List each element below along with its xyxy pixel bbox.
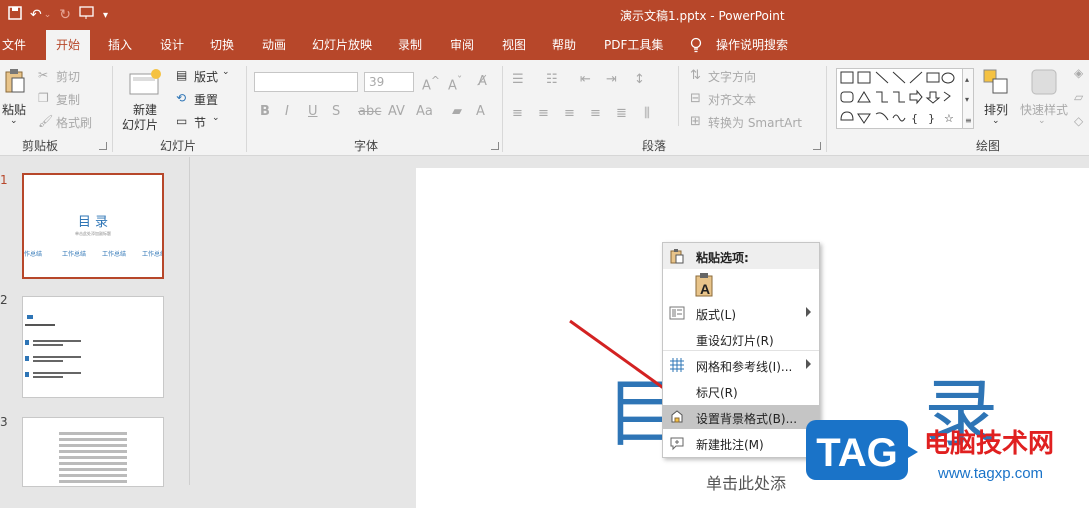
menu-item-layout-label: 版式(L)	[696, 308, 737, 322]
svg-text:A: A	[700, 281, 710, 297]
menu-separator	[663, 350, 819, 351]
menu-item-reset-slide-label: 重设幻灯片(R)	[696, 334, 774, 348]
watermark-logo: TAG 电脑技术网 www.tagxp.com	[806, 420, 1054, 482]
watermark-url: www.tagxp.com	[937, 465, 1043, 482]
menu-item-format-background[interactable]: 设置背景格式(B)...	[663, 405, 819, 429]
menu-item-grids-guides-label: 网格和参考线(I)...	[696, 360, 793, 374]
submenu-arrow-icon	[806, 359, 811, 369]
menu-item-layout[interactable]: 版式(L)	[663, 301, 819, 325]
menu-item-grids-guides[interactable]: 网格和参考线(I)...	[663, 353, 819, 377]
paste-clipboard-icon	[670, 249, 684, 264]
menu-item-reset-slide[interactable]: 重设幻灯片(R)	[663, 327, 819, 351]
paste-keep-text-only-icon[interactable]: A	[695, 273, 717, 297]
menu-item-format-background-label: 设置背景格式(B)...	[696, 412, 798, 426]
layout-icon	[669, 306, 685, 320]
format-background-icon	[671, 410, 683, 423]
grid-icon	[670, 358, 684, 372]
new-comment-icon	[670, 437, 684, 451]
context-menu: 粘贴选项: A 版式(L) 重设幻灯片(R) 网格和参考线(I)... 标尺(R…	[662, 242, 820, 458]
menu-item-new-comment[interactable]: 新建批注(M)	[663, 431, 819, 455]
watermark-site-name: 电脑技术网	[924, 429, 1054, 459]
menu-item-ruler-label: 标尺(R)	[696, 386, 738, 400]
submenu-arrow-icon	[806, 307, 811, 317]
menu-item-new-comment-label: 新建批注(M)	[696, 438, 764, 452]
paste-options-label: 粘贴选项:	[696, 251, 749, 265]
menu-item-ruler[interactable]: 标尺(R)	[663, 379, 819, 403]
paste-options-header: 粘贴选项:	[663, 243, 819, 269]
watermark-brand: TAG	[816, 431, 897, 475]
